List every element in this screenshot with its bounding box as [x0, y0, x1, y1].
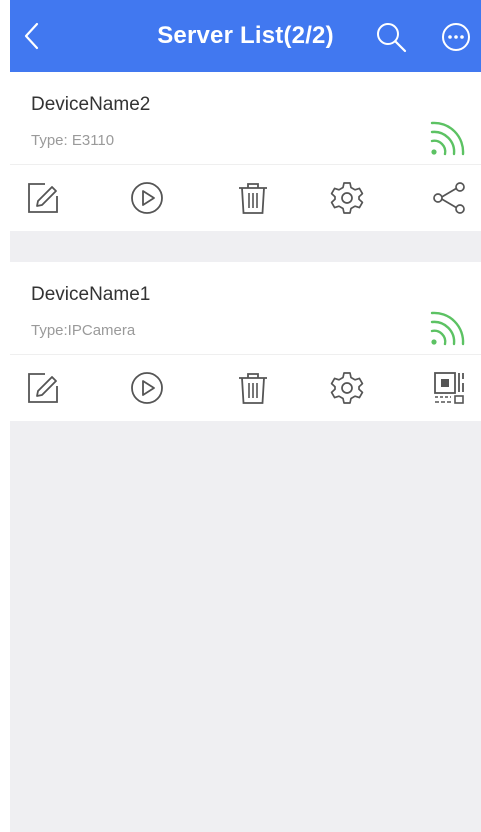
play-button[interactable]	[128, 179, 166, 217]
device-type: Type: E3110	[31, 132, 115, 149]
edit-button[interactable]	[24, 179, 62, 217]
delete-icon	[239, 373, 267, 404]
settings-button[interactable]	[328, 179, 366, 217]
delete-button[interactable]	[234, 369, 272, 407]
edit-icon	[28, 183, 58, 213]
settings-icon	[330, 372, 364, 404]
device-card[interactable]: DeviceName1 Type:IPCamera	[10, 262, 481, 421]
share-icon	[433, 182, 465, 214]
qr-code-icon	[434, 372, 464, 404]
signal-icon	[430, 121, 465, 156]
device-type: Type:IPCamera	[31, 322, 136, 339]
search-icon	[377, 23, 407, 53]
delete-button[interactable]	[234, 179, 272, 217]
page-title: Server List(2/2)	[157, 22, 334, 49]
device-info[interactable]: DeviceName1 Type:IPCamera	[10, 262, 481, 355]
edit-icon	[28, 373, 58, 403]
search-button[interactable]	[374, 20, 408, 54]
more-icon	[442, 23, 470, 51]
share-button[interactable]	[430, 179, 468, 217]
device-actions	[10, 355, 481, 421]
delete-icon	[239, 183, 267, 214]
play-button[interactable]	[128, 369, 166, 407]
device-card[interactable]: DeviceName2 Type: E3110	[10, 72, 481, 231]
play-icon	[131, 372, 163, 404]
more-button[interactable]	[440, 21, 472, 53]
settings-button[interactable]	[328, 369, 366, 407]
settings-icon	[330, 182, 364, 214]
screen: Server List(2/2) DeviceName2 Type: E3110	[10, 0, 481, 832]
device-name: DeviceName2	[31, 94, 151, 115]
edit-button[interactable]	[24, 369, 62, 407]
device-name: DeviceName1	[31, 284, 151, 305]
play-icon	[131, 182, 163, 214]
header-bar: Server List(2/2)	[10, 0, 481, 72]
signal-icon	[430, 311, 465, 346]
device-actions	[10, 165, 481, 231]
device-info[interactable]: DeviceName2 Type: E3110	[10, 72, 481, 165]
qr-code-button[interactable]	[430, 369, 468, 407]
